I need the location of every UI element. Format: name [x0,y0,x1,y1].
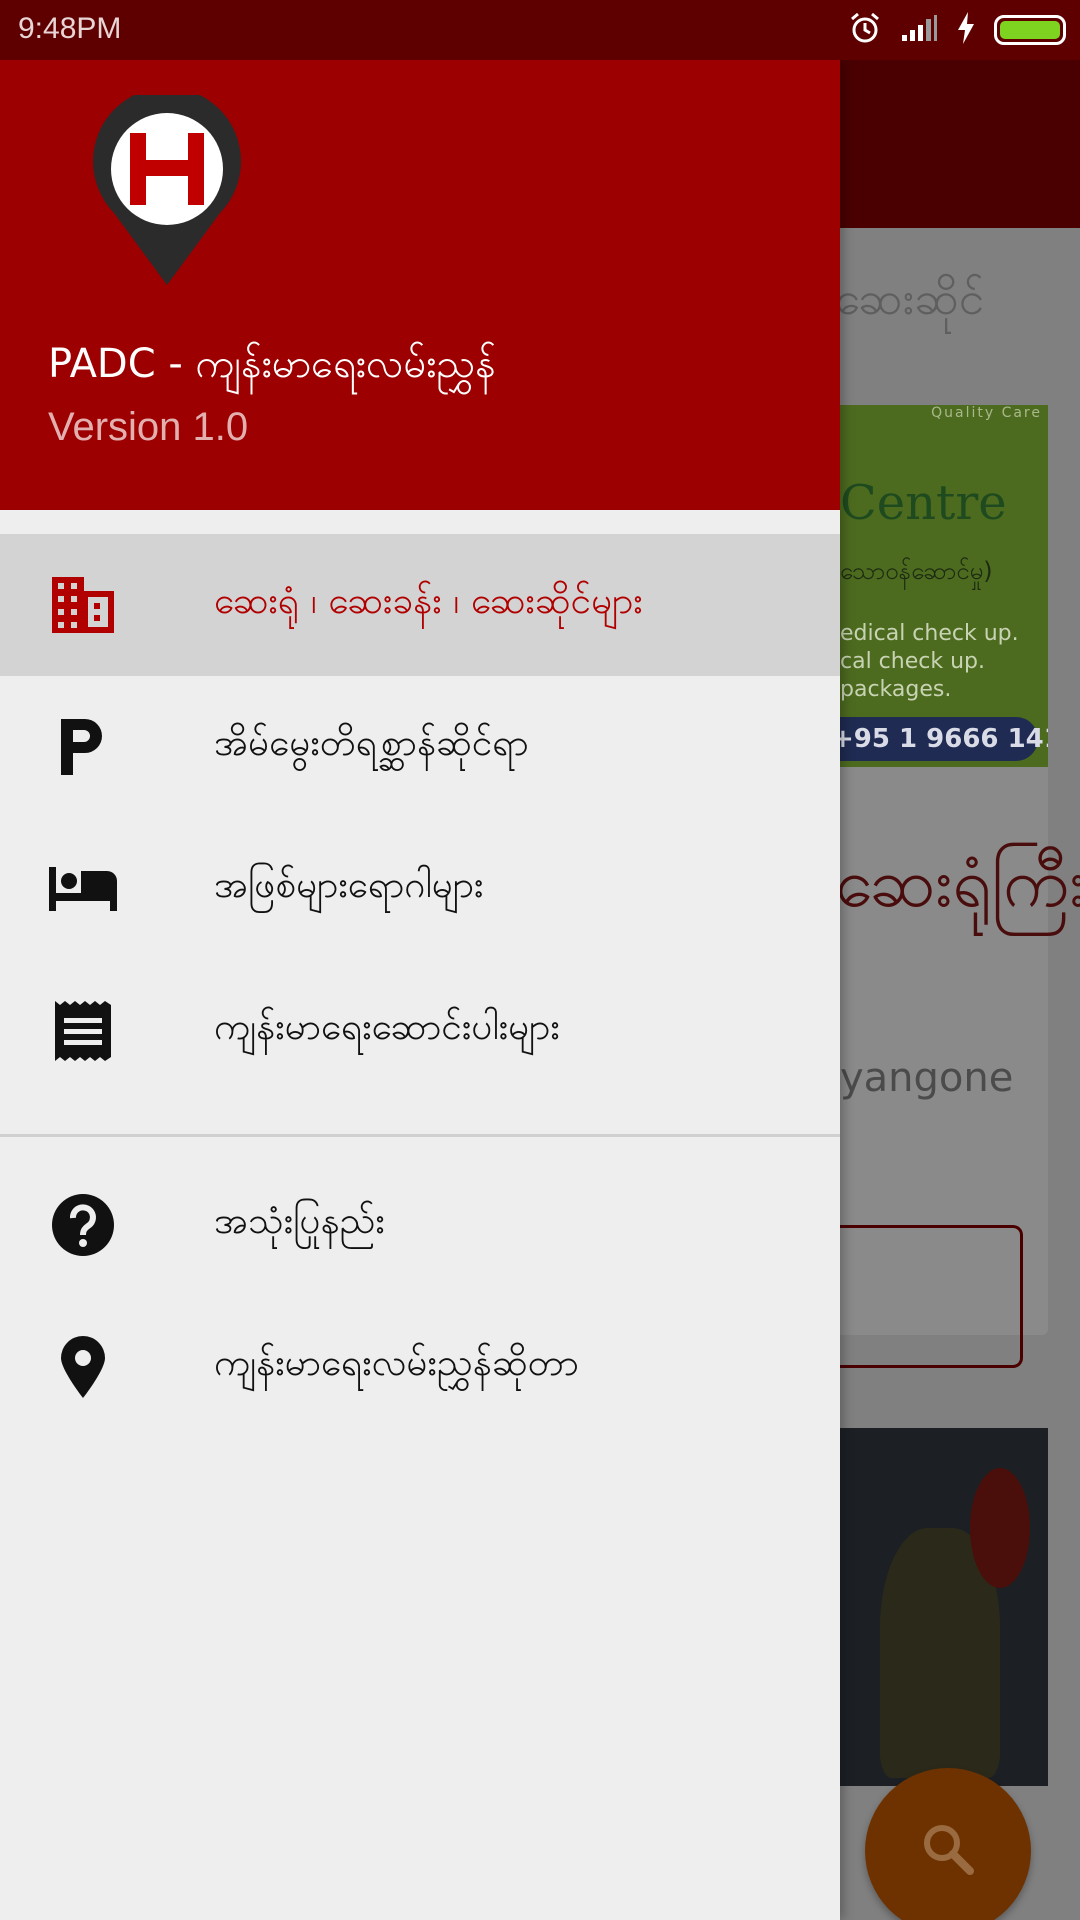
signal-icon [900,13,938,47]
card-banner-image: Quality Care Centre သောဝန်ဆောင်မှု) edic… [820,405,1048,767]
banner-tag: Quality Care [931,405,1042,421]
card-action-button[interactable] [820,1225,1023,1368]
menu-item-how-to-use[interactable]: အသုံးပြုနည်း [0,1154,840,1296]
alarm-icon [848,11,882,49]
menu-label-articles: ကျန်းမာရေးဆောင်းပါးများ [214,1005,560,1048]
receipt-icon [47,995,119,1067]
status-time: 9:48PM [18,12,122,45]
card-address: yangone [840,1055,1014,1101]
section-label: ဆေးဆိုင် [835,271,985,325]
menu-label-how-to-use: အသုံးပြုနည်း [214,1199,385,1242]
menu-item-diseases[interactable]: အဖြစ်များရောဂါများ [0,818,840,960]
banner-title: Centre [840,475,1007,531]
card-photo [820,1428,1048,1786]
search-fab[interactable] [865,1768,1031,1920]
building-icon [47,569,119,641]
banner-subtitle: သောဝန်ဆောင်မှု) [840,557,993,585]
status-icons [848,12,1066,48]
menu-label-about: ကျန်းမာရေးလမ်းညွှန်ဆိုတာ [214,1341,579,1384]
status-bar: 9:48PM [0,0,1080,60]
menu-item-about[interactable]: ကျန်းမာရေးလမ်းညွှန်ဆိုတာ [0,1296,840,1438]
app-name: PADC - ကျန်းမာရေးလမ်းညွှန် [48,341,496,387]
location-pin-icon [47,1331,119,1403]
charging-icon [956,12,976,48]
app-version: Version 1.0 [48,405,249,449]
bed-icon [47,853,119,925]
app-logo [92,87,242,285]
menu-label-diseases: အဖြစ်များရောဂါများ [214,863,484,906]
card-title: ဆေးရုံကြီး [835,844,1080,923]
parking-icon [47,711,119,783]
banner-description: edical check up. cal check up. packages. [840,621,1019,702]
drawer-header: PADC - ကျန်းမာရေးလမ်းညွှန် Version 1.0 [0,60,840,510]
menu-item-articles[interactable]: ကျန်းမာရေးဆောင်းပါးများ [0,960,840,1102]
navigation-drawer: PADC - ကျန်းမာရေးလမ်းညွှန် Version 1.0 ဆ… [0,60,840,1920]
menu-label-hospitals: ဆေးရုံ ၊ ဆေးခန်း ၊ ဆေးဆိုင်များ [214,579,643,622]
help-icon [47,1189,119,1261]
menu-item-pets[interactable]: အိမ်မွေးတိရစ္ဆာန်ဆိုင်ရာ [0,676,840,818]
banner-phone: +95 1 9666 141 [820,717,1048,761]
menu-label-pets: အိမ်မွေးတိရစ္ဆာန်ဆိုင်ရာ [214,721,529,764]
menu-item-hospitals[interactable]: ဆေးရုံ ၊ ဆေးခန်း ၊ ဆေးဆိုင်များ [0,534,840,676]
battery-icon [994,15,1066,45]
menu-divider [0,1134,840,1137]
search-icon [918,1819,978,1883]
